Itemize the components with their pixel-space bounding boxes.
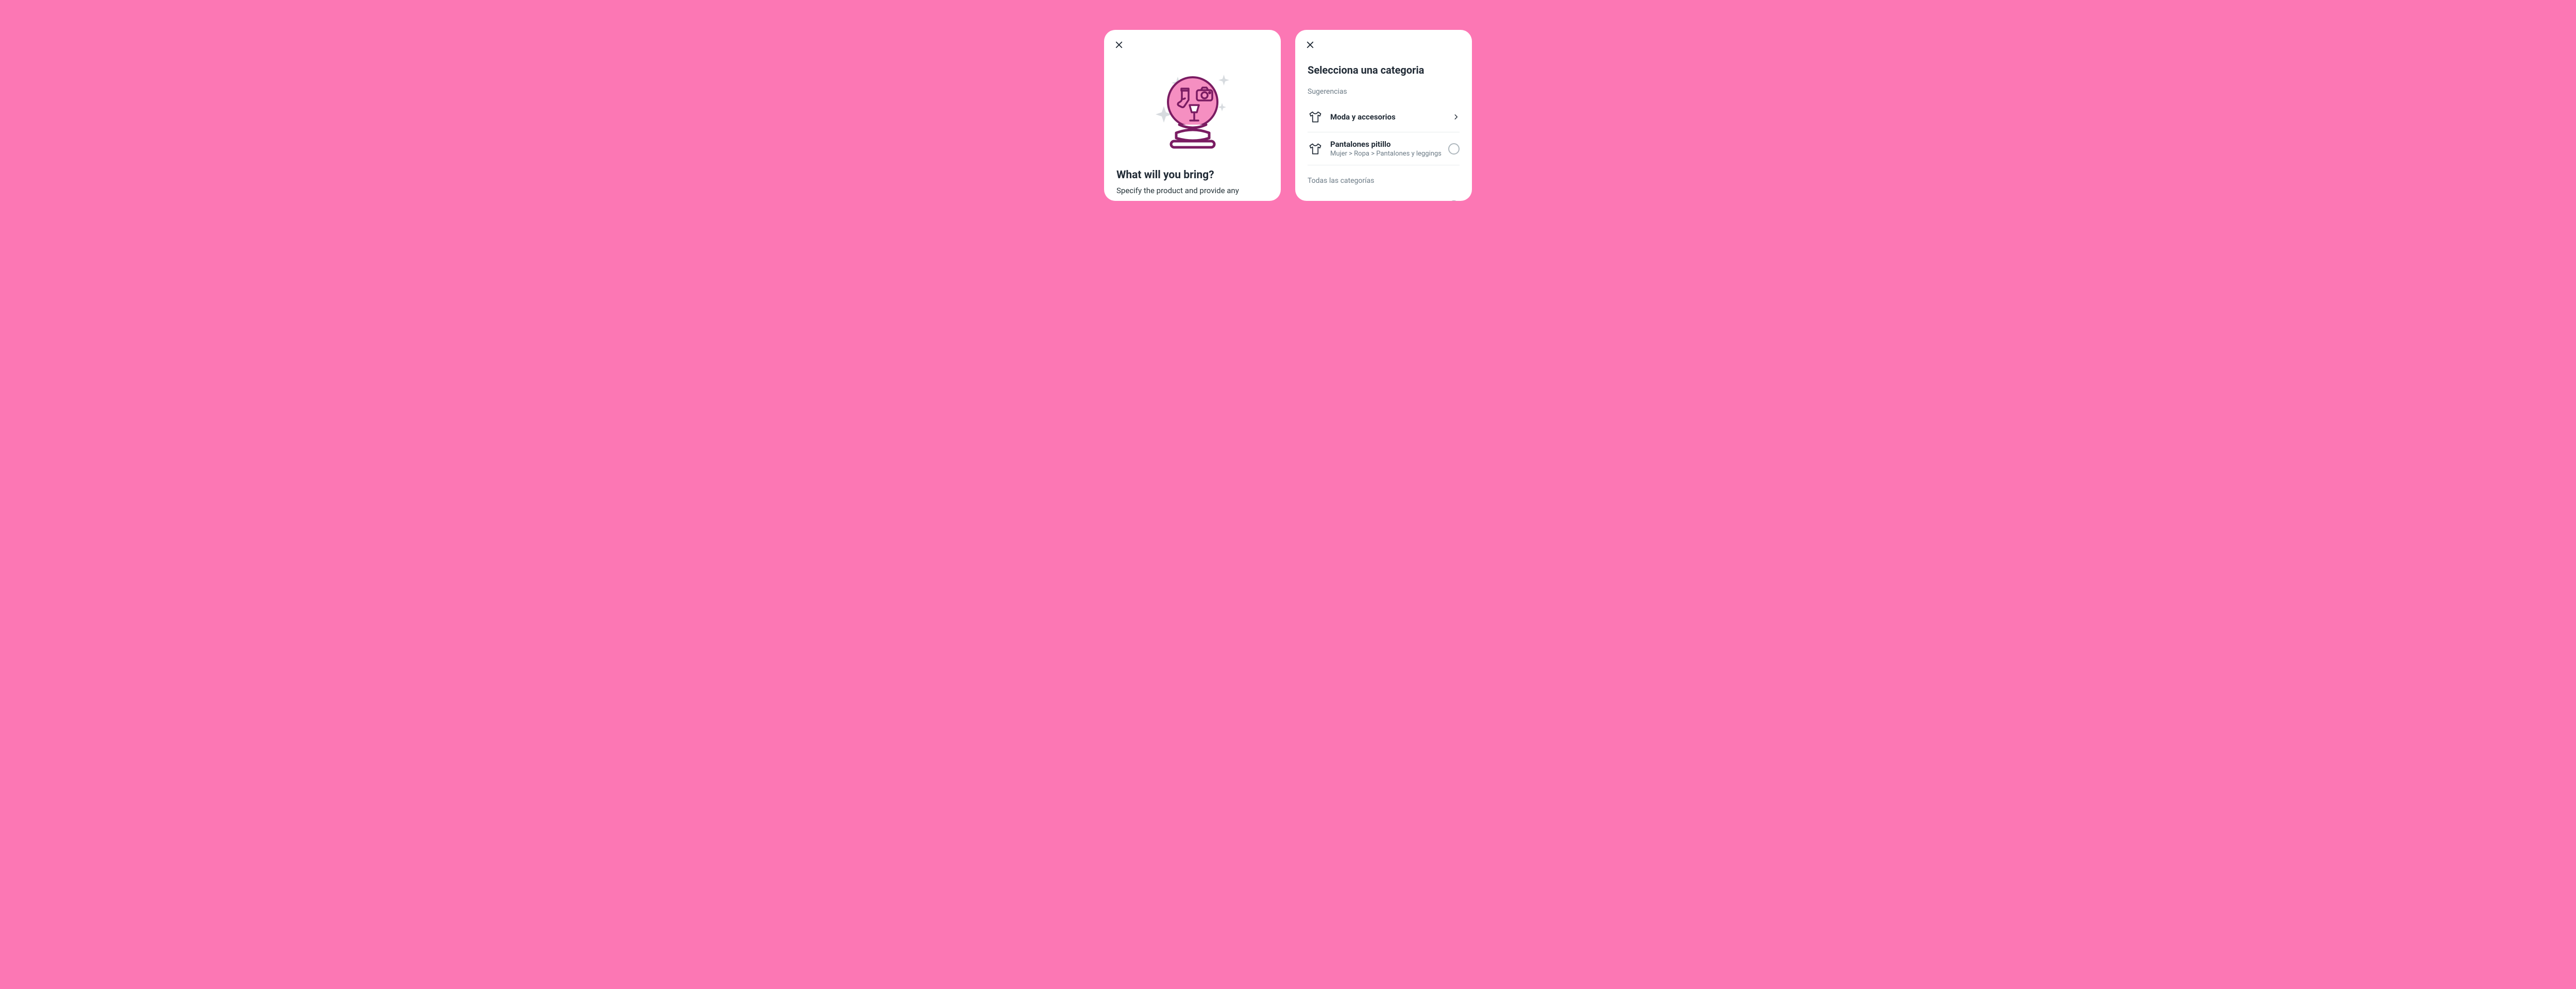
close-button[interactable] bbox=[1113, 39, 1125, 50]
crystal-ball-icon bbox=[1141, 61, 1244, 164]
picker-title: Selecciona una categoria bbox=[1308, 64, 1460, 76]
onboarding-title: What will you bring? bbox=[1116, 169, 1268, 181]
chevron-right-icon bbox=[1452, 113, 1460, 121]
radio-button[interactable] bbox=[1448, 200, 1460, 201]
tshirt-icon bbox=[1308, 141, 1323, 157]
car-icon bbox=[1308, 198, 1323, 201]
item-breadcrumb: Mujer > Ropa > Pantalones y leggings bbox=[1330, 150, 1448, 158]
onboarding-text: What will you bring? Specify the product… bbox=[1104, 169, 1281, 196]
onboarding-card: What will you bring? Specify the product… bbox=[1104, 30, 1281, 201]
category-item-cars[interactable]: Coches bbox=[1308, 191, 1460, 201]
close-icon bbox=[1114, 40, 1124, 49]
crystal-ball-illustration bbox=[1104, 61, 1281, 164]
item-label: Pantalones pitillo bbox=[1330, 140, 1448, 149]
radio-button[interactable] bbox=[1448, 143, 1460, 155]
close-icon bbox=[1306, 40, 1315, 49]
close-button[interactable] bbox=[1304, 39, 1316, 50]
tshirt-icon bbox=[1308, 109, 1323, 125]
onboarding-subtitle: Specify the product and provide any bbox=[1116, 185, 1268, 196]
suggestions-label: Sugerencias bbox=[1308, 88, 1460, 96]
item-label: Moda y accesorios bbox=[1330, 112, 1452, 122]
category-picker-card: Selecciona una categoria Sugerencias Mod… bbox=[1295, 30, 1472, 201]
suggestion-item-skinny-pants[interactable]: Pantalones pitillo Mujer > Ropa > Pantal… bbox=[1308, 132, 1460, 165]
suggestion-item-fashion[interactable]: Moda y accesorios bbox=[1308, 102, 1460, 132]
all-categories-label: Todas las categorías bbox=[1308, 177, 1460, 185]
